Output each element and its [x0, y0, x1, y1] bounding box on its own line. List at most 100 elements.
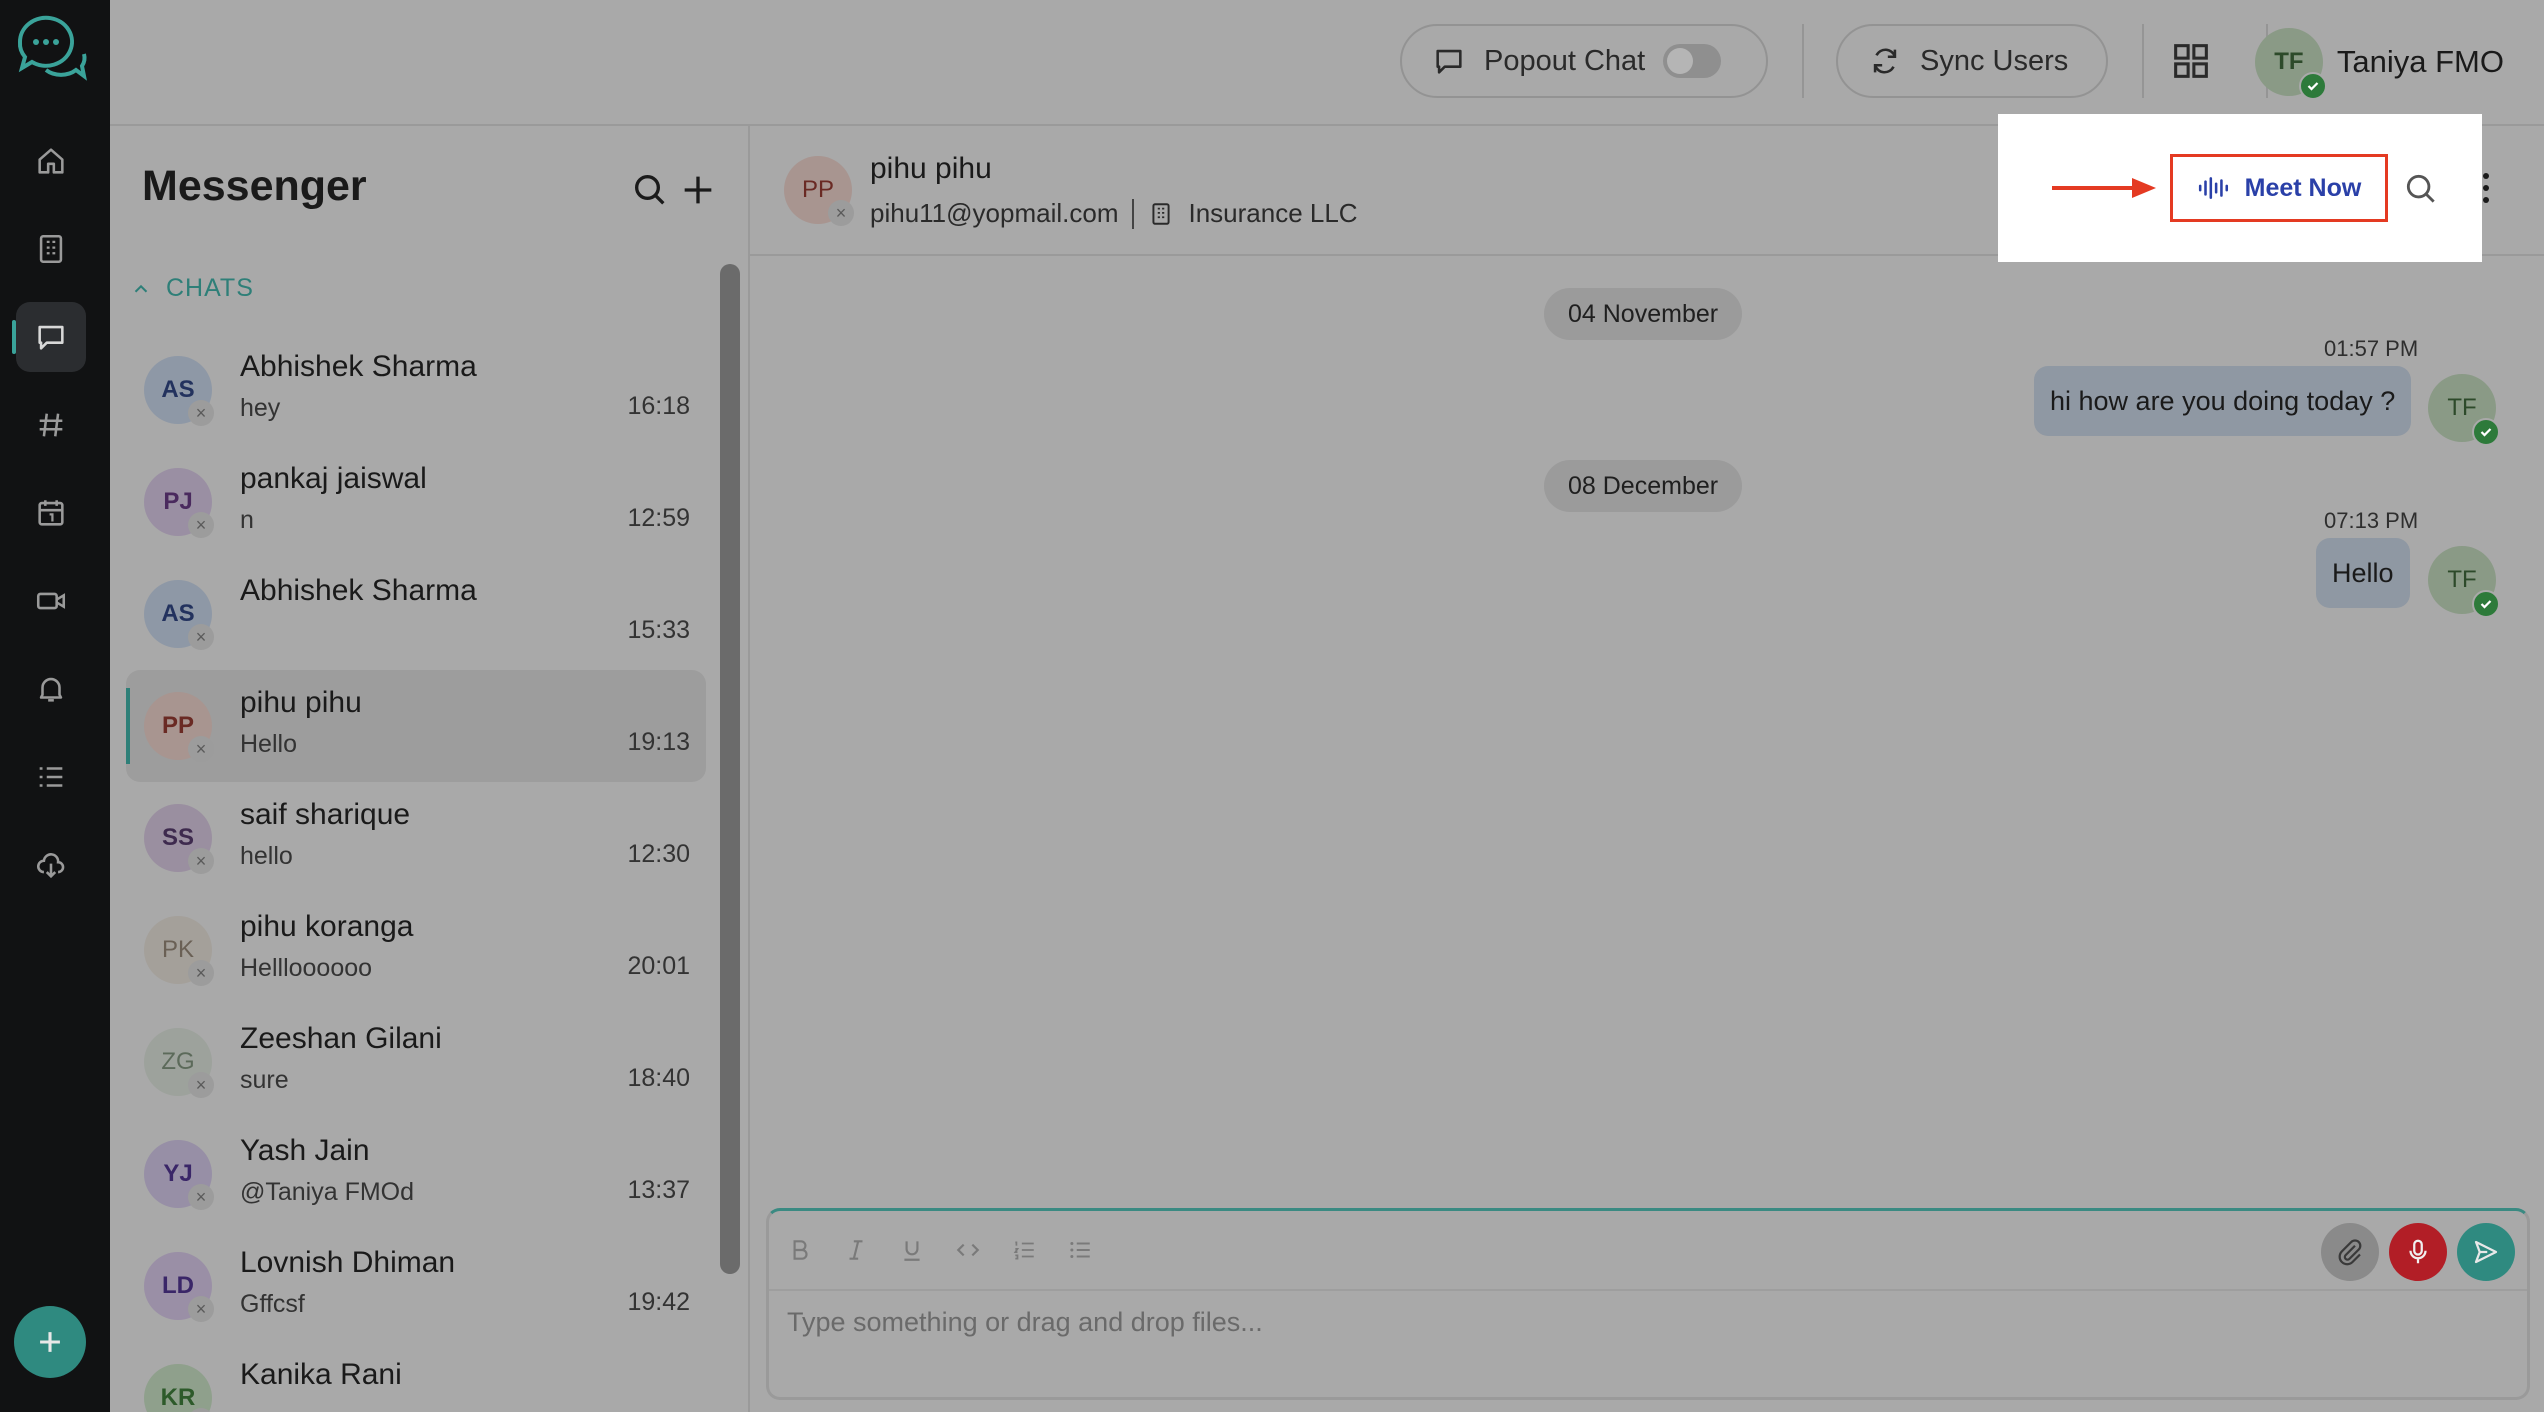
contact-name: pihu pihu — [870, 152, 992, 185]
message-time: 07:13 PM — [2324, 508, 2419, 533]
sidebar-title: Messenger — [142, 162, 367, 210]
code-icon[interactable] — [955, 1235, 981, 1265]
sync-users-label: Sync Users — [1920, 44, 2069, 77]
divider — [1802, 24, 1804, 98]
popout-chat-toggle[interactable] — [1663, 44, 1722, 78]
chat-time: 12:30 — [627, 840, 690, 868]
avatar: AS × — [144, 580, 214, 650]
rail-channels-button[interactable] — [16, 390, 86, 460]
chat-list-item[interactable]: PJ × pankaj jaiswal n 12:59 — [126, 446, 706, 558]
new-chat-button[interactable] — [678, 170, 718, 210]
chat-name: saif sharique — [240, 798, 411, 831]
building-icon — [1152, 202, 1171, 225]
send-button[interactable] — [2457, 1223, 2515, 1281]
popout-chat-label: Popout Chat — [1484, 44, 1646, 77]
attach-file-button[interactable] — [2321, 1223, 2379, 1281]
offline-status-icon: × — [188, 512, 214, 538]
chat-list-item[interactable]: PK × pihu koranga Hellloooooo 20:01 — [126, 894, 706, 1006]
search-icon — [635, 175, 665, 205]
chat-list: AS × Abhishek Sharma hey 16:18 PJ × pankaj… — [126, 334, 706, 1412]
avatar: ZG × — [144, 1028, 214, 1098]
chat-preview: sure — [240, 1066, 289, 1094]
chat-list-item[interactable]: SS × saif sharique hello 12:30 — [126, 782, 706, 894]
online-status-icon — [2472, 590, 2500, 618]
chat-list-item[interactable]: ZG × Zeeshan Gilani sure 18:40 — [126, 1006, 706, 1118]
chat-time: 16:18 — [627, 392, 690, 420]
chat-list-item[interactable]: AS × Abhishek Sharma 15:33 — [126, 558, 706, 670]
bell-icon — [39, 677, 63, 702]
chat-time: 13:37 — [627, 1176, 690, 1204]
chat-preview: n — [240, 506, 254, 534]
chat-list-item[interactable]: YJ × Yash Jain @Taniya FMOd 13:37 — [126, 1118, 706, 1230]
bold-icon[interactable] — [787, 1235, 813, 1265]
offline-status-icon: × — [188, 960, 214, 986]
new-workspace-button[interactable] — [14, 1306, 86, 1378]
avatar-initials: LD — [162, 1272, 194, 1299]
search-conversation-button[interactable] — [2402, 170, 2440, 213]
rail-messenger-button[interactable] — [12, 302, 86, 372]
online-status-icon — [2472, 418, 2500, 446]
chat-list-item[interactable]: LD × Lovnish Dhiman Gffcsf 19:42 — [126, 1230, 706, 1342]
avatar-initials: TF — [2274, 48, 2304, 75]
video-icon — [36, 592, 66, 610]
chat-list-item-selected[interactable]: PP × pihu pihu Hello 19:13 — [126, 670, 706, 782]
chats-section-toggle[interactable]: CHATS — [130, 274, 254, 303]
chat-list-item[interactable]: KR× Kanika Rani — [126, 1342, 706, 1412]
chat-time: 20:01 — [627, 952, 690, 980]
divider — [2142, 24, 2144, 98]
app-rail — [0, 0, 110, 1412]
chat-time: 15:33 — [627, 616, 690, 644]
more-options-button[interactable] — [2480, 170, 2492, 211]
chat-preview: Hellloooooo — [240, 954, 373, 982]
italic-icon[interactable] — [843, 1235, 869, 1265]
rail-download-button[interactable] — [16, 830, 86, 900]
avatar: KR× — [144, 1364, 214, 1412]
offline-status-icon: × — [188, 624, 214, 650]
divider — [1132, 198, 1135, 229]
online-status-icon — [2298, 72, 2327, 100]
chat-preview: hello — [240, 842, 293, 870]
chat-list-scrollbar[interactable] — [720, 264, 740, 1274]
rail-notifications-button[interactable] — [16, 654, 86, 724]
avatar-initials: PP — [801, 176, 834, 203]
plus-icon — [684, 176, 712, 204]
search-chats-button[interactable] — [630, 170, 670, 210]
chat-icon — [38, 325, 64, 350]
rail-list-button[interactable] — [16, 742, 86, 812]
paperclip-icon — [2338, 1239, 2362, 1266]
message-composer — [766, 1208, 2530, 1400]
rail-home-button[interactable] — [16, 126, 86, 196]
plus-icon — [40, 1332, 60, 1352]
chat-name: Zeeshan Gilani — [240, 1022, 442, 1055]
avatar: TF — [2254, 28, 2327, 100]
apps-grid-button[interactable] — [2168, 38, 2214, 89]
bullet-list-icon[interactable] — [1067, 1235, 1093, 1265]
rail-video-button[interactable] — [16, 566, 86, 636]
date-separator: 08 December — [1544, 460, 1743, 512]
chat-preview: @Taniya FMOd — [240, 1178, 415, 1206]
grid-icon — [2174, 44, 2208, 78]
chat-time: 12:59 — [627, 504, 690, 532]
offline-status-icon: × — [188, 1296, 214, 1322]
chat-name: pihu pihu — [240, 686, 362, 719]
chat-name: Kanika Rani — [240, 1358, 402, 1391]
avatar: PP × — [144, 692, 214, 762]
underline-icon[interactable] — [899, 1235, 925, 1265]
avatar-initials: TF — [2447, 566, 2477, 593]
formatting-toolbar — [787, 1235, 1093, 1265]
offline-status-icon: × — [828, 200, 854, 226]
chat-list-item[interactable]: AS × Abhishek Sharma hey 16:18 — [126, 334, 706, 446]
ordered-list-icon[interactable] — [1011, 1235, 1037, 1265]
chat-name: Abhishek Sharma — [240, 574, 477, 607]
popout-chat-control[interactable]: Popout Chat — [1400, 24, 1768, 98]
voice-record-button[interactable] — [2389, 1223, 2447, 1281]
meet-now-button[interactable]: Meet Now — [2170, 154, 2388, 222]
hashtag-icon — [39, 413, 63, 437]
rail-organization-button[interactable] — [16, 214, 86, 284]
building-icon — [39, 234, 63, 264]
rail-calendar-button[interactable] — [16, 478, 86, 548]
sync-users-button[interactable]: Sync Users — [1836, 24, 2108, 98]
cloud-download-icon — [37, 853, 65, 879]
user-profile-menu[interactable]: TF Taniya FMO — [2254, 28, 2504, 100]
message-input[interactable] — [787, 1307, 2487, 1338]
